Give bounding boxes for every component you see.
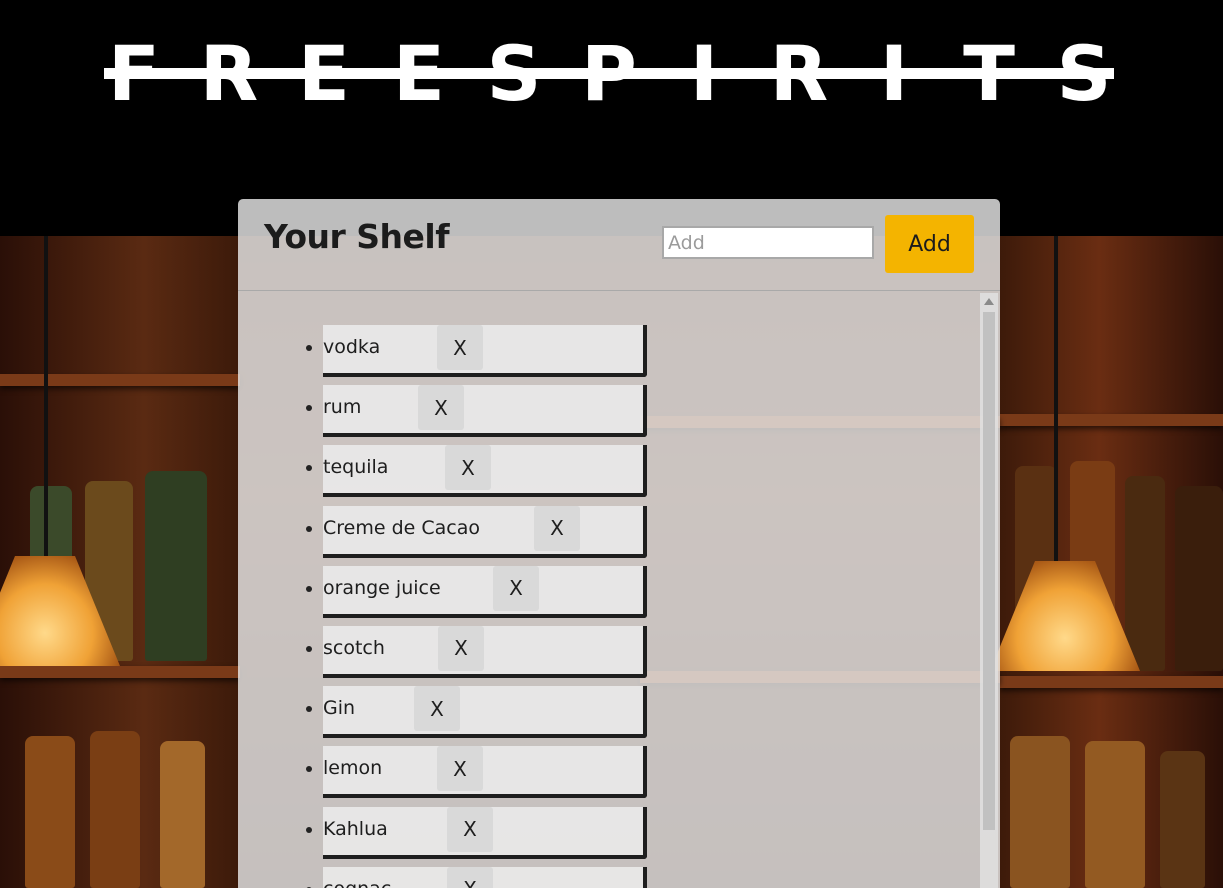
bullet-icon: [306, 525, 312, 532]
scrollbar-thumb[interactable]: [983, 312, 995, 830]
remove-item-button[interactable]: X: [447, 806, 493, 852]
remove-item-button[interactable]: X: [438, 625, 484, 671]
remove-item-button[interactable]: X: [493, 565, 539, 611]
shelf-item-label: rum: [323, 396, 362, 419]
shelf-item-label: cognac: [323, 867, 391, 888]
shelf-item: scotch X: [306, 625, 647, 678]
background-lamp-cord: [1054, 236, 1058, 566]
shelf-list-container[interactable]: vodka Xrum Xtequila X Creme de Cacao Xorange …: [238, 291, 980, 888]
remove-item-button[interactable]: X: [414, 686, 460, 732]
bullet-icon: [306, 465, 312, 472]
background-bottle: [1085, 741, 1145, 888]
bullet-icon: [306, 826, 312, 833]
bullet-icon: [306, 645, 312, 652]
shelf-item: tequila X: [306, 445, 647, 498]
shelf-panel: Your Shelf Add vodkaXrumXtequilaXCreme d…: [238, 199, 1000, 888]
remove-item-button[interactable]: X: [534, 505, 580, 551]
add-button[interactable]: Add: [885, 215, 974, 273]
bullet-icon: [306, 585, 312, 592]
background-shelf: [0, 666, 240, 678]
shelf-item: cognac X: [306, 866, 647, 888]
remove-item-button[interactable]: X: [418, 385, 464, 431]
background-bottle: [1125, 476, 1165, 671]
bullet-icon: [306, 766, 312, 773]
background-bottle: [25, 736, 75, 888]
remove-item-button[interactable]: X: [445, 445, 491, 491]
background-bottle: [90, 731, 140, 888]
background-bottle: [160, 741, 205, 888]
list-scrollbar[interactable]: [980, 293, 998, 888]
shelf-item: Creme de Cacao X: [306, 505, 647, 558]
bullet-icon: [306, 706, 312, 713]
scroll-up-icon[interactable]: [984, 298, 994, 305]
shelf-item-label: vodka: [323, 336, 381, 358]
background-bottle: [145, 471, 207, 661]
background-lamp-cord: [44, 236, 48, 566]
shelf-item-label: Creme de Cacao: [323, 516, 481, 539]
bullet-icon: [306, 405, 312, 412]
background-bottle: [1160, 751, 1205, 888]
panel-title: Your Shelf: [264, 217, 450, 256]
logo-strikethrough: [104, 68, 1114, 79]
shelf-item: Gin X: [306, 686, 647, 739]
shelf-item-label: Gin: [323, 697, 356, 720]
shelf-item: lemon X: [306, 746, 647, 799]
shelf-item-label: lemon: [323, 757, 383, 780]
remove-item-button[interactable]: X: [437, 325, 483, 370]
shelf-item: orange juice X: [306, 565, 647, 618]
shelf-list: vodka Xrum Xtequila X Creme de Cacao Xorange …: [238, 325, 647, 888]
shelf-item: Kahlua X: [306, 806, 647, 859]
remove-item-button[interactable]: X: [437, 746, 483, 792]
bullet-icon: [306, 345, 312, 351]
background-bottle: [1010, 736, 1070, 888]
add-ingredient-input[interactable]: [662, 226, 874, 259]
shelf-item-label: tequila: [323, 456, 389, 479]
shelf-item: rum X: [306, 385, 647, 438]
freespirits-logo[interactable]: FREESPIRITS: [104, 36, 1114, 112]
background-shelf: [0, 374, 240, 386]
shelf-item-label: scotch: [323, 636, 385, 659]
shelf-item: vodka X: [306, 325, 647, 377]
shelf-item-label: Kahlua: [323, 817, 388, 840]
background-bottle: [1175, 486, 1223, 671]
shelf-item-label: orange juice: [323, 576, 441, 599]
remove-item-button[interactable]: X: [447, 866, 493, 888]
background-shelf: [1000, 414, 1223, 426]
background-shelf: [1000, 676, 1223, 688]
